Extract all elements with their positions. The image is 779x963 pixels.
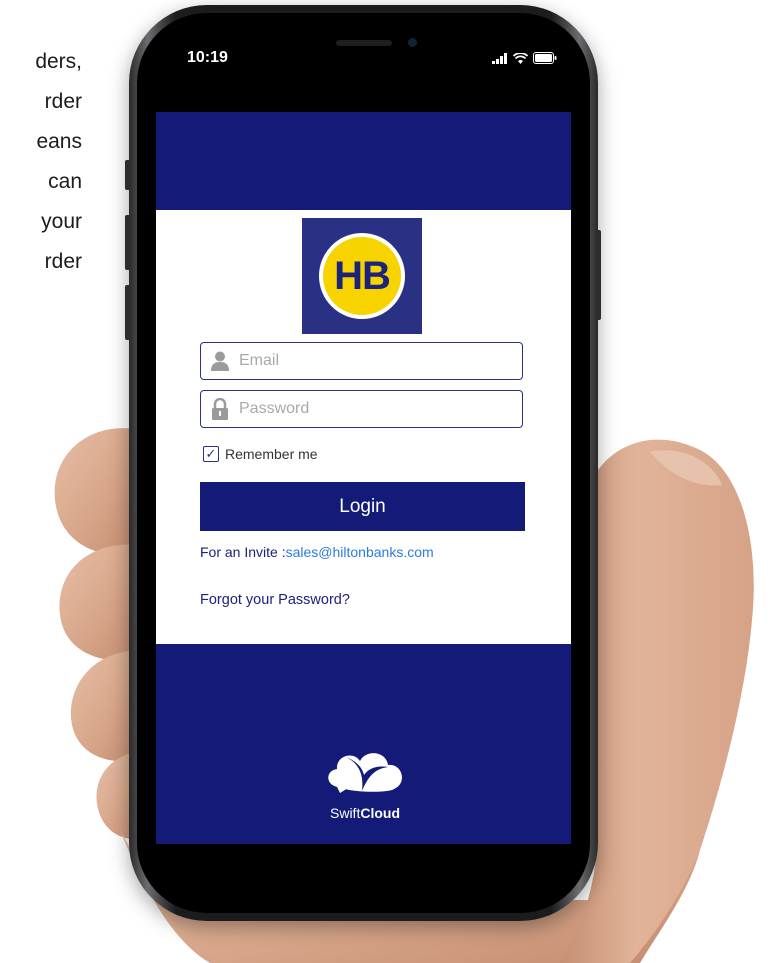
user-icon: [205, 347, 235, 375]
remember-label: Remember me: [225, 446, 318, 462]
password-field[interactable]: [200, 390, 523, 428]
remember-checkbox[interactable]: ✓: [203, 446, 219, 462]
remember-me[interactable]: ✓ Remember me: [203, 446, 318, 462]
invite-line: For an Invite :sales@hiltonbanks.com: [200, 544, 434, 560]
lock-icon: [205, 395, 235, 423]
brand-bold: Cloud: [360, 805, 400, 821]
password-input[interactable]: [235, 400, 522, 418]
stage: ders, rder eans can your rder 10:19 HB E…: [0, 0, 779, 963]
signal-icon: [492, 52, 507, 64]
email-field[interactable]: [200, 342, 523, 380]
battery-icon: [533, 52, 557, 64]
front-camera: [408, 38, 417, 47]
swiftcloud-wordmark: SwiftCloud: [310, 805, 420, 821]
volume-down-button: [125, 285, 130, 340]
swiftcloud-bird-icon: [328, 753, 402, 793]
app-header: [156, 112, 571, 210]
swiftcloud-logo: SwiftCloud: [310, 737, 420, 827]
brand-light: Swift: [330, 805, 361, 821]
side-button: [125, 160, 130, 190]
volume-up-button: [125, 215, 130, 270]
invite-email-link[interactable]: sales@hiltonbanks.com: [286, 544, 434, 560]
forgot-password-link[interactable]: Forgot your Password?: [200, 592, 350, 608]
power-button: [596, 230, 601, 320]
hb-logo: HB: [302, 218, 422, 334]
hb-logo-badge: HB: [319, 233, 405, 319]
phone-screen: 10:19 HB Email ✓ Remember me Login For a…: [156, 32, 571, 894]
notch: [248, 32, 479, 66]
wifi-icon: [513, 52, 528, 64]
login-button[interactable]: Login: [200, 482, 525, 531]
speaker: [336, 40, 392, 46]
invite-prefix: For an Invite :: [200, 544, 286, 560]
status-time: 10:19: [187, 49, 228, 66]
status-icons: [492, 52, 557, 64]
email-input[interactable]: [235, 352, 522, 370]
